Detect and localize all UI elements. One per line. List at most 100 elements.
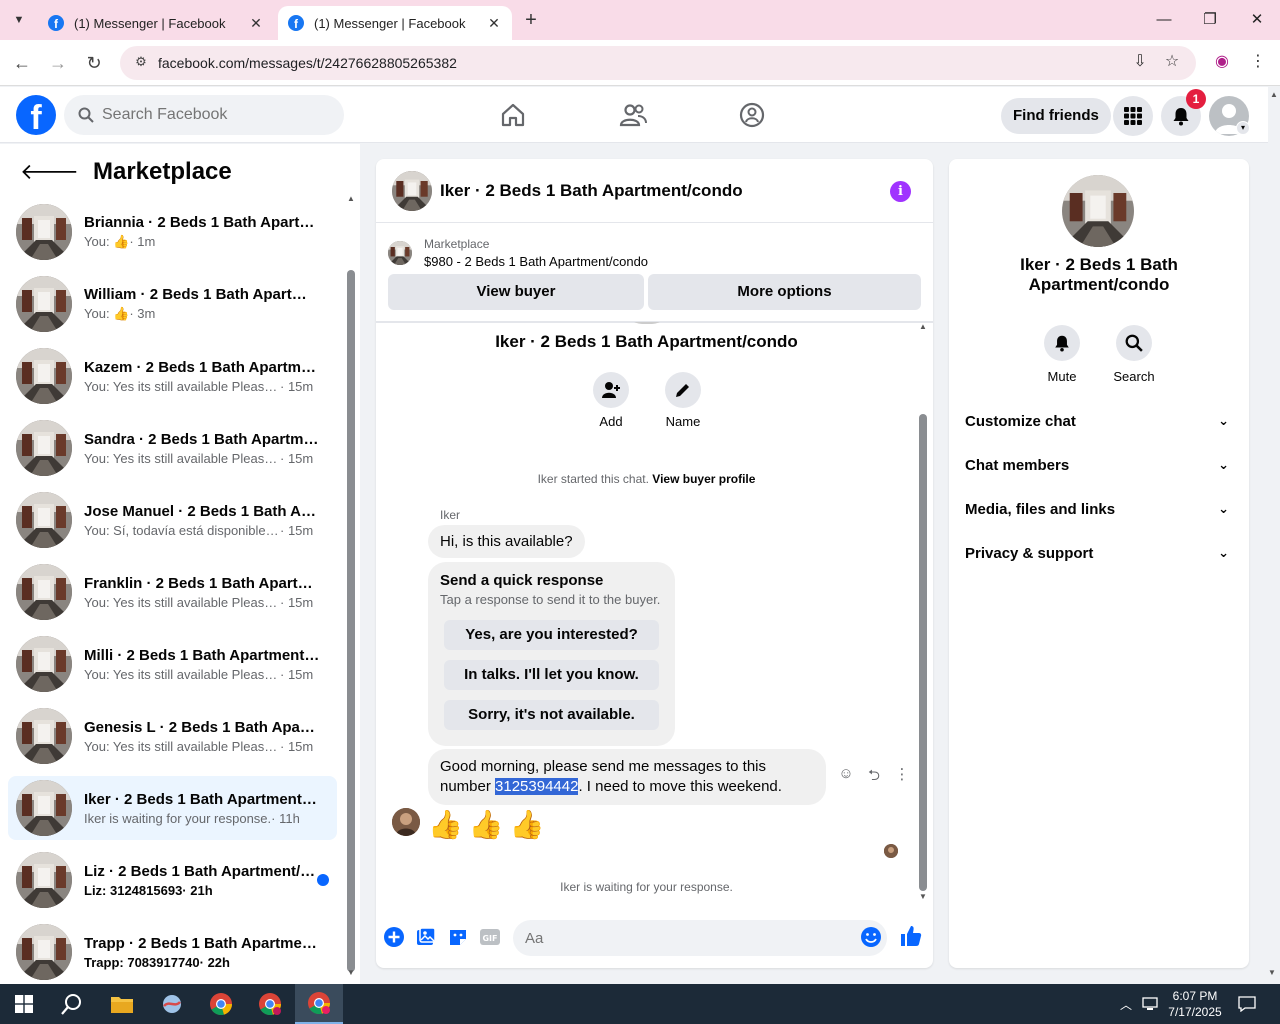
chrome-menu-icon[interactable]: ⋮	[1246, 50, 1270, 74]
taskbar-search-icon[interactable]	[48, 984, 96, 1024]
chrome-active-icon[interactable]	[295, 984, 343, 1024]
restore-icon[interactable]: ❐	[1198, 8, 1222, 32]
app-icon[interactable]	[148, 984, 196, 1024]
chat-header: Iker · 2 Beds 1 Bath Apartment/condo	[376, 159, 933, 223]
edit-name-action[interactable]: Name	[653, 372, 713, 429]
emoji-icon[interactable]	[860, 926, 882, 948]
customize-chat-section[interactable]: Customize chat ⌄	[965, 399, 1233, 443]
sticker-icon[interactable]	[447, 926, 469, 948]
conversation-row[interactable]: Jose Manuel · 2 Beds 1 Bath Apartment/co…	[8, 488, 337, 552]
menu-grid-button[interactable]	[1113, 96, 1153, 136]
tab-search-chevron-icon[interactable]: ▼	[6, 8, 32, 32]
more-actions-icon[interactable]: ⋮	[888, 765, 916, 785]
minimize-icon[interactable]: —	[1152, 8, 1176, 32]
search-input[interactable]	[102, 106, 322, 124]
react-smiley-icon[interactable]: ☺	[832, 765, 860, 785]
home-icon[interactable]	[499, 101, 527, 129]
gif-icon[interactable]: GIF	[479, 926, 501, 948]
chat-thumbnail[interactable]	[392, 170, 432, 211]
list-scroll-down-icon[interactable]: ▼	[347, 968, 355, 977]
conversation-row[interactable]: Milli · 2 Beds 1 Bath Apartment/condo You…	[8, 632, 337, 696]
conversation-row[interactable]: Franklin · 2 Beds 1 Bath Apartment/condo…	[8, 560, 337, 624]
windows-start-icon[interactable]	[0, 984, 48, 1024]
conversation-row[interactable]: Liz · 2 Beds 1 Bath Apartment/condo Liz: …	[8, 848, 337, 912]
conversation-row[interactable]: Iker · 2 Beds 1 Bath Apartment/condo Iker…	[8, 776, 337, 840]
thread-scrollbar[interactable]	[919, 414, 927, 891]
mute-action[interactable]: Mute	[1032, 325, 1092, 384]
sender-avatar[interactable]	[392, 808, 420, 836]
quick-response-in-talks[interactable]: In talks. I'll let you know.	[444, 660, 659, 690]
incoming-message[interactable]: Hi, is this available?	[428, 525, 585, 558]
like-send-icon[interactable]	[899, 924, 923, 948]
tab-close-icon[interactable]: ✕	[248, 15, 264, 32]
privacy-support-section[interactable]: Privacy & support ⌄	[965, 531, 1233, 575]
preview-text: You: Yes its still available Please send…	[84, 666, 280, 682]
conversation-row[interactable]: Sandra · 2 Beds 1 Bath Apartment/condo Yo…	[8, 416, 337, 480]
conversation-row[interactable]: Trapp · 2 Beds 1 Bath Apartment/condo Tra…	[8, 920, 337, 984]
pencil-icon	[676, 384, 689, 397]
photo-icon[interactable]	[415, 926, 437, 948]
view-buyer-button[interactable]: View buyer	[388, 274, 644, 310]
quick-response-sorry[interactable]: Sorry, it's not available.	[444, 700, 659, 730]
facebook-search[interactable]	[64, 95, 344, 135]
view-buyer-profile-link[interactable]: View buyer profile	[652, 472, 755, 486]
add-people-action[interactable]: Add	[581, 372, 641, 429]
conversation-row[interactable]: Briannia · 2 Beds 1 Bath Apartment/condo…	[8, 200, 337, 264]
chrome-profile-icon[interactable]	[246, 984, 294, 1024]
chat-title[interactable]: Iker · 2 Beds 1 Bath Apartment/condo	[440, 181, 743, 201]
page-scroll-down-icon[interactable]: ▼	[1268, 968, 1276, 977]
thread-scroll-down-icon[interactable]: ▼	[919, 892, 927, 901]
search-action[interactable]: Search	[1104, 325, 1164, 384]
reload-icon[interactable]: ↻	[82, 51, 106, 75]
browser-tab-2-active[interactable]: f (1) Messenger | Facebook ✕	[278, 6, 512, 40]
bookmark-star-icon[interactable]: ☆	[1160, 50, 1184, 74]
url-text[interactable]: facebook.com/messages/t/2427662880526538…	[158, 55, 457, 71]
forward-icon[interactable]: →	[46, 51, 70, 75]
taskbar-clock[interactable]: 6:07 PM 7/17/2025	[1160, 988, 1230, 1020]
media-files-links-section[interactable]: Media, files and links ⌄	[965, 487, 1233, 531]
thread-scroll-up-icon[interactable]: ▲	[919, 322, 927, 331]
conversation-name: Milli · 2 Beds 1 Bath Apartment/condo	[84, 646, 320, 664]
groups-icon[interactable]	[738, 101, 766, 129]
install-app-icon[interactable]: ⇩	[1128, 50, 1152, 74]
network-icon[interactable]	[1142, 984, 1158, 1024]
tray-chevron-icon[interactable]: ︿	[1120, 984, 1132, 1024]
list-scrollbar[interactable]	[347, 270, 355, 972]
chat-members-section[interactable]: Chat members ⌄	[965, 443, 1233, 487]
profile-icon[interactable]: ◉	[1210, 50, 1234, 74]
plus-circle-icon[interactable]	[383, 926, 405, 948]
quick-response-yes[interactable]: Yes, are you interested?	[444, 620, 659, 650]
incoming-message[interactable]: Good morning, please send me messages to…	[428, 749, 826, 805]
conversation-name: Trapp · 2 Beds 1 Bath Apartment/condo	[84, 934, 320, 952]
friends-icon[interactable]	[619, 101, 647, 129]
conversation-row[interactable]: William · 2 Beds 1 Bath Apartment/condo Y…	[8, 272, 337, 336]
new-tab-icon[interactable]: +	[520, 9, 542, 31]
back-icon[interactable]: ←	[10, 51, 34, 75]
listing-summary[interactable]: Marketplace $980 - 2 Beds 1 Bath Apartme…	[388, 233, 921, 273]
close-window-icon[interactable]: ✕	[1245, 8, 1269, 32]
facebook-logo-icon[interactable]: f	[16, 95, 56, 135]
preview-time: · 11h	[271, 810, 300, 826]
chat-info-panel: Iker · 2 Beds 1 Bath Apartment/condo Mut…	[949, 159, 1249, 968]
find-friends-button[interactable]: Find friends	[1001, 98, 1111, 134]
more-options-button[interactable]: More options	[648, 274, 921, 310]
site-info-icon[interactable]: ⚙	[132, 54, 150, 72]
list-scroll-up-icon[interactable]: ▲	[347, 194, 355, 203]
notification-center-icon[interactable]	[1238, 984, 1256, 1024]
address-bar[interactable]: ⚙ facebook.com/messages/t/24276628805265…	[120, 46, 1196, 80]
back-arrow-icon[interactable]: 🡐	[20, 159, 79, 185]
account-chevron-icon[interactable]: ▾	[1236, 121, 1250, 135]
info-icon[interactable]: i	[890, 181, 911, 202]
page-scroll-up-icon[interactable]: ▲	[1268, 90, 1280, 102]
chat-photo[interactable]	[1062, 175, 1134, 247]
chrome-icon[interactable]	[197, 984, 245, 1024]
browser-tab-1[interactable]: f (1) Messenger | Facebook ✕	[38, 6, 274, 40]
message-input[interactable]	[525, 929, 845, 947]
selected-phone-number[interactable]: 3125394442	[495, 778, 579, 795]
tab-close-icon[interactable]: ✕	[486, 15, 502, 32]
conversation-row[interactable]: Kazem · 2 Beds 1 Bath Apartment/condo You…	[8, 344, 337, 408]
conversation-row[interactable]: Genesis L · 2 Beds 1 Bath Apartment/cond…	[8, 704, 337, 768]
message-input-box[interactable]	[513, 920, 887, 956]
file-explorer-icon[interactable]	[98, 984, 146, 1024]
reply-icon[interactable]: ⮌	[860, 765, 888, 785]
